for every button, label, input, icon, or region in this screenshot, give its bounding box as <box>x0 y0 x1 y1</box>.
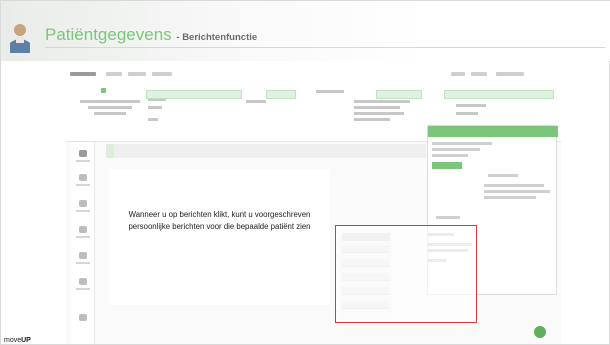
rail-icon[interactable] <box>79 314 87 321</box>
green-field[interactable] <box>376 90 422 99</box>
patient-detail <box>94 112 126 115</box>
messages-highlight-box <box>335 225 477 323</box>
chat-button[interactable] <box>432 162 462 169</box>
moveup-logo: moveUP <box>4 337 31 344</box>
slide-subtitle: - Berichtenfunctie <box>176 32 258 43</box>
rail-icon[interactable] <box>79 278 87 285</box>
callout-box: Wanneer u op berichten klikt, kunt u voo… <box>109 169 330 305</box>
green-field[interactable] <box>266 90 296 99</box>
rail-icon[interactable] <box>79 226 87 233</box>
rail-label <box>76 288 90 290</box>
nav-item[interactable] <box>451 72 465 76</box>
rail-label <box>76 160 90 162</box>
nav-item[interactable] <box>471 72 487 76</box>
avatar-icon <box>7 21 33 53</box>
nav-item[interactable] <box>106 72 122 76</box>
field-value <box>456 112 478 115</box>
field-value <box>354 100 410 103</box>
strip-marker <box>106 144 114 158</box>
green-field[interactable] <box>444 90 554 99</box>
field-value <box>354 118 390 121</box>
slide-title-text: Patiëntgegevens <box>45 25 172 44</box>
chat-panel-header[interactable] <box>428 126 558 137</box>
logo-suffix: UP <box>21 337 31 344</box>
chat-line <box>432 154 468 157</box>
fab-icon[interactable] <box>534 326 546 338</box>
chat-line <box>488 174 518 177</box>
nav-item[interactable] <box>152 72 172 76</box>
field-label <box>316 90 344 93</box>
app-topnav <box>66 66 561 84</box>
status-dot <box>101 88 106 93</box>
rail-icon[interactable] <box>79 150 87 157</box>
rail-icon[interactable] <box>79 174 87 181</box>
content-strip <box>106 144 426 158</box>
chat-line <box>484 190 550 193</box>
field-value <box>148 106 162 109</box>
chat-line <box>432 142 492 145</box>
field-value <box>354 106 400 109</box>
chat-line <box>436 216 460 219</box>
chat-line <box>484 196 536 199</box>
rail-label <box>76 262 90 264</box>
slide: Patiëntgegevens - Berichtenfunctie Wanne… <box>0 0 610 345</box>
field-value <box>456 104 486 107</box>
field-value <box>148 118 158 121</box>
field-label <box>246 100 266 103</box>
left-rail <box>71 142 95 344</box>
field-value <box>354 112 404 115</box>
slide-title: Patiëntgegevens - Berichtenfunctie <box>45 25 257 45</box>
rail-label <box>76 184 90 186</box>
rail-label <box>76 236 90 238</box>
nav-item[interactable] <box>128 72 146 76</box>
user-menu[interactable] <box>496 72 524 76</box>
rail-label <box>76 210 90 212</box>
rail-icon[interactable] <box>79 200 87 207</box>
green-field[interactable] <box>146 90 242 99</box>
rail-icon[interactable] <box>79 252 87 259</box>
slide-header: Patiëntgegevens - Berichtenfunctie <box>1 1 610 61</box>
title-divider <box>45 47 605 48</box>
chat-line <box>484 184 544 187</box>
patient-detail <box>88 106 132 109</box>
chat-line <box>432 148 480 151</box>
patient-name <box>80 100 140 103</box>
logo-prefix: move <box>4 337 22 344</box>
app-brand-logo <box>70 72 96 76</box>
callout-text: Wanneer u op berichten klikt, kunt u voo… <box>128 210 311 231</box>
